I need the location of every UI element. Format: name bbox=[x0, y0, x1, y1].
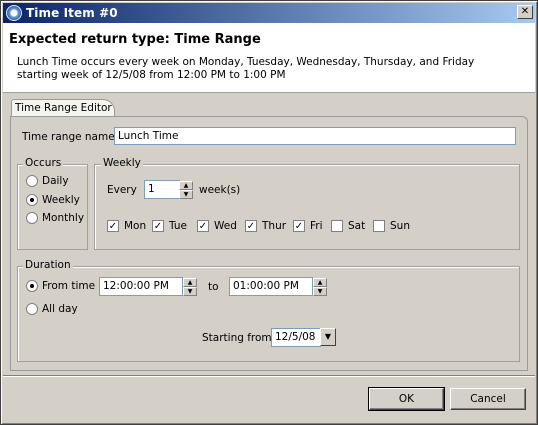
time-range-name-value: Lunch Time bbox=[118, 130, 179, 142]
to-time-value: 01:00:00 PM bbox=[233, 280, 299, 292]
app-icon bbox=[6, 5, 22, 21]
spin-up-icon[interactable]: ▲ bbox=[179, 181, 193, 190]
from-time-spinner[interactable]: ▲ ▼ bbox=[183, 278, 197, 296]
spin-down-icon[interactable]: ▼ bbox=[179, 190, 193, 199]
window-title: Time Item #0 bbox=[26, 6, 118, 20]
day-checkbox-tue[interactable]: ✓ Tue bbox=[152, 220, 187, 232]
radio-selected-icon bbox=[26, 194, 38, 206]
day-checkbox-sun[interactable]: Sun bbox=[373, 220, 410, 232]
tab-time-range-editor[interactable]: Time Range Editor bbox=[11, 99, 115, 117]
spin-up-icon[interactable]: ▲ bbox=[183, 278, 197, 287]
chevron-down-icon: ▼ bbox=[324, 332, 332, 341]
checkbox-checked-icon: ✓ bbox=[197, 220, 209, 232]
weekly-group bbox=[94, 164, 520, 250]
occurs-monthly-radio[interactable]: Monthly bbox=[26, 212, 84, 224]
time-item-dialog: Time Item #0 ✕ Expected return type: Tim… bbox=[0, 0, 538, 425]
day-label-tue: Tue bbox=[169, 220, 187, 232]
spin-up-icon[interactable]: ▲ bbox=[313, 278, 327, 287]
day-checkbox-thur[interactable]: ✓ Thur bbox=[245, 220, 286, 232]
spin-down-icon[interactable]: ▼ bbox=[313, 287, 327, 296]
day-label-sat: Sat bbox=[348, 220, 366, 232]
every-label: Every bbox=[107, 184, 137, 196]
all-day-radio[interactable]: All day bbox=[26, 303, 78, 315]
starting-from-value: 12/5/08 bbox=[275, 331, 316, 343]
dialog-header: Expected return type: Time Range Lunch T… bbox=[3, 23, 535, 93]
occurs-weekly-label: Weekly bbox=[42, 194, 80, 206]
to-time-input[interactable]: 01:00:00 PM bbox=[229, 277, 313, 296]
spin-down-icon[interactable]: ▼ bbox=[183, 287, 197, 296]
every-weeks-input[interactable]: 1 bbox=[144, 180, 180, 199]
from-time-radio[interactable]: From time bbox=[26, 280, 95, 292]
day-label-thur: Thur bbox=[262, 220, 287, 232]
from-time-input[interactable]: 12:00:00 PM bbox=[99, 277, 183, 296]
close-button[interactable]: ✕ bbox=[517, 5, 533, 19]
close-icon: ✕ bbox=[520, 6, 530, 17]
day-checkbox-mon[interactable]: ✓ Mon bbox=[107, 220, 146, 232]
header-description: Lunch Time occurs every week on Monday, … bbox=[17, 56, 517, 82]
from-time-value: 12:00:00 PM bbox=[103, 280, 169, 292]
checkbox-checked-icon: ✓ bbox=[293, 220, 305, 232]
radio-selected-icon bbox=[26, 280, 38, 292]
footer-separator bbox=[3, 375, 535, 377]
description-line-1: Lunch Time occurs every week on Monday, … bbox=[17, 56, 475, 68]
starting-from-date-input[interactable]: 12/5/08 bbox=[271, 328, 321, 347]
checkbox-unchecked-icon bbox=[331, 220, 343, 232]
occurs-daily-radio[interactable]: Daily bbox=[26, 175, 69, 187]
occurs-weekly-radio[interactable]: Weekly bbox=[26, 194, 80, 206]
time-range-name-label: Time range name: bbox=[22, 131, 119, 143]
to-time-spinner[interactable]: ▲ ▼ bbox=[313, 278, 327, 296]
day-label-fri: Fri bbox=[310, 220, 323, 232]
time-range-name-input[interactable]: Lunch Time bbox=[114, 127, 516, 145]
occurs-legend: Occurs bbox=[23, 157, 64, 169]
cancel-button[interactable]: Cancel bbox=[450, 388, 526, 410]
every-weeks-value: 1 bbox=[148, 183, 155, 195]
weekly-legend: Weekly bbox=[101, 157, 143, 169]
checkbox-unchecked-icon bbox=[373, 220, 385, 232]
duration-legend: Duration bbox=[23, 259, 73, 271]
radio-icon bbox=[26, 175, 38, 187]
ok-button[interactable]: OK bbox=[368, 387, 445, 411]
day-label-mon: Mon bbox=[124, 220, 147, 232]
day-label-wed: Wed bbox=[214, 220, 237, 232]
header-title: Expected return type: Time Range bbox=[9, 32, 261, 47]
radio-icon bbox=[26, 303, 38, 315]
all-day-label: All day bbox=[42, 303, 78, 315]
radio-icon bbox=[26, 212, 38, 224]
starting-from-label: Starting from bbox=[202, 332, 272, 344]
weeks-unit-label: week(s) bbox=[199, 184, 241, 196]
every-weeks-spinner[interactable]: ▲ ▼ bbox=[179, 181, 193, 199]
occurs-monthly-label: Monthly bbox=[42, 212, 85, 224]
day-checkbox-wed[interactable]: ✓ Wed bbox=[197, 220, 237, 232]
title-bar[interactable]: Time Item #0 ✕ bbox=[3, 3, 535, 23]
starting-from-dropdown-button[interactable]: ▼ bbox=[320, 328, 336, 346]
from-time-label: From time bbox=[42, 280, 96, 292]
occurs-daily-label: Daily bbox=[42, 175, 69, 187]
description-line-2: starting week of 12/5/08 from 12:00 PM t… bbox=[17, 69, 286, 81]
checkbox-checked-icon: ✓ bbox=[107, 220, 119, 232]
day-checkbox-sat[interactable]: Sat bbox=[331, 220, 365, 232]
to-label: to bbox=[208, 281, 219, 293]
day-checkbox-fri[interactable]: ✓ Fri bbox=[293, 220, 323, 232]
day-label-sun: Sun bbox=[390, 220, 410, 232]
checkbox-checked-icon: ✓ bbox=[245, 220, 257, 232]
checkbox-checked-icon: ✓ bbox=[152, 220, 164, 232]
